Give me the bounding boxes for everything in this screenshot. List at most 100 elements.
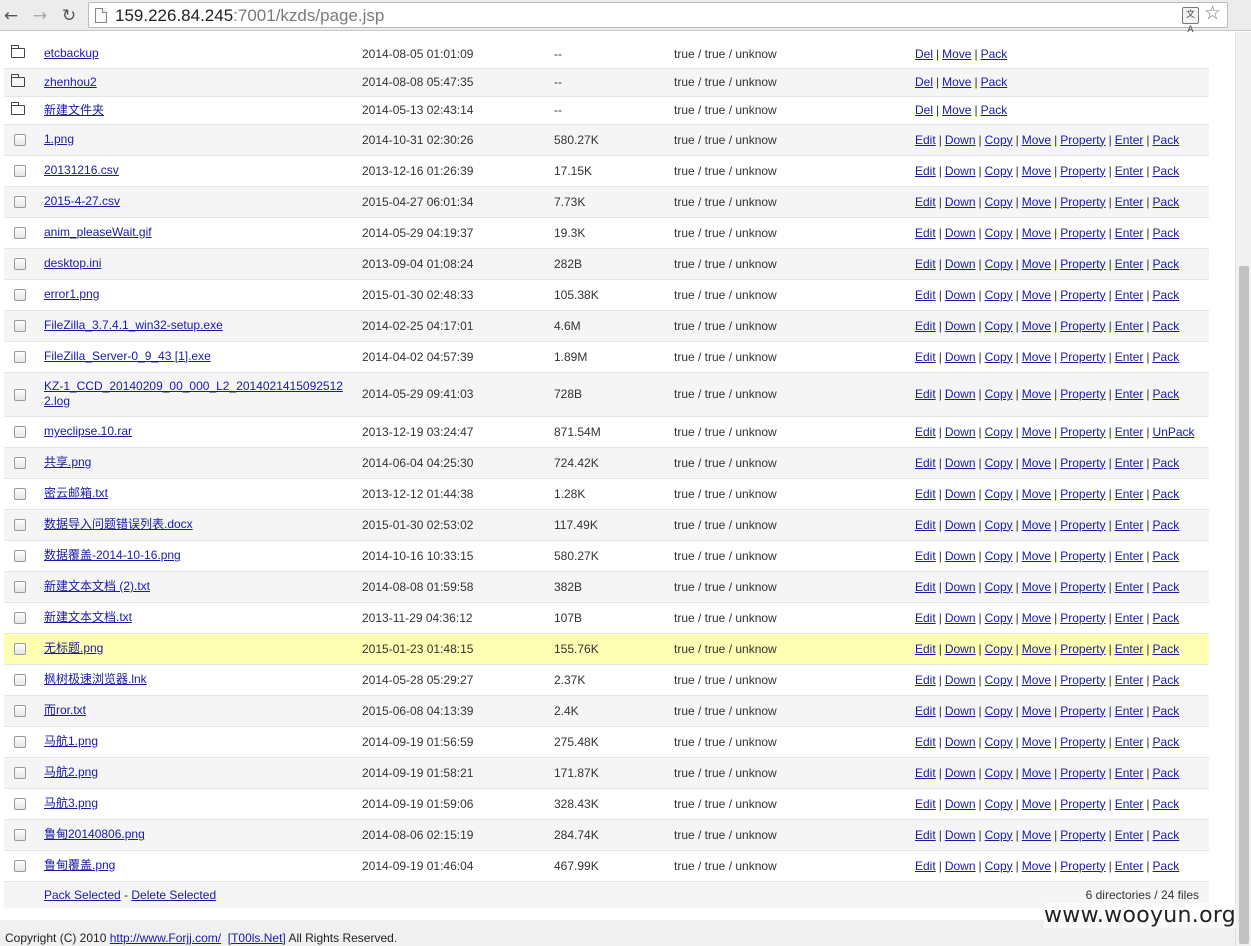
action-down-link[interactable]: Down xyxy=(945,164,976,178)
action-property-link[interactable]: Property xyxy=(1060,673,1105,687)
action-pack-link[interactable]: Pack xyxy=(1153,226,1180,240)
action-del-link[interactable]: Del xyxy=(915,75,933,89)
action-move-link[interactable]: Move xyxy=(1022,766,1051,780)
action-copy-link[interactable]: Copy xyxy=(985,133,1013,147)
action-move-link[interactable]: Move xyxy=(1022,195,1051,209)
file-checkbox[interactable] xyxy=(14,289,26,302)
file-checkbox[interactable] xyxy=(14,736,26,749)
action-move-link[interactable]: Move xyxy=(1022,549,1051,563)
action-move-link[interactable]: Move xyxy=(1022,257,1051,271)
action-move-link[interactable]: Move xyxy=(1022,387,1051,401)
action-edit-link[interactable]: Edit xyxy=(915,257,936,271)
action-pack-link[interactable]: Pack xyxy=(1153,673,1180,687)
file-checkbox[interactable] xyxy=(14,798,26,811)
file-name-link[interactable]: 20131216.csv xyxy=(44,163,119,178)
action-property-link[interactable]: Property xyxy=(1060,319,1105,333)
file-name-link[interactable]: 1.png xyxy=(44,132,74,147)
file-name-link[interactable]: 鲁甸20140806.png xyxy=(44,827,145,842)
action-down-link[interactable]: Down xyxy=(945,226,976,240)
action-copy-link[interactable]: Copy xyxy=(985,735,1013,749)
file-checkbox[interactable] xyxy=(14,134,26,147)
action-pack-link[interactable]: Pack xyxy=(1153,859,1180,873)
action-down-link[interactable]: Down xyxy=(945,797,976,811)
file-name-link[interactable]: 数据覆盖-2014-10-16.png xyxy=(44,548,181,563)
action-down-link[interactable]: Down xyxy=(945,580,976,594)
file-name-link[interactable]: 无标题.png xyxy=(44,641,103,656)
action-move-link[interactable]: Move xyxy=(1022,487,1051,501)
action-move-link[interactable]: Move xyxy=(1022,319,1051,333)
action-pack-link[interactable]: Pack xyxy=(1153,456,1180,470)
action-move-link[interactable]: Move xyxy=(1022,642,1051,656)
file-checkbox[interactable] xyxy=(14,612,26,625)
action-pack-link[interactable]: Pack xyxy=(1153,735,1180,749)
action-down-link[interactable]: Down xyxy=(945,549,976,563)
action-property-link[interactable]: Property xyxy=(1060,580,1105,594)
action-property-link[interactable]: Property xyxy=(1060,735,1105,749)
action-property-link[interactable]: Property xyxy=(1060,487,1105,501)
action-move-link[interactable]: Move xyxy=(1022,580,1051,594)
action-copy-link[interactable]: Copy xyxy=(985,611,1013,625)
file-checkbox[interactable] xyxy=(14,351,26,364)
action-copy-link[interactable]: Copy xyxy=(985,797,1013,811)
action-move-link[interactable]: Move xyxy=(1022,350,1051,364)
action-down-link[interactable]: Down xyxy=(945,387,976,401)
action-edit-link[interactable]: Edit xyxy=(915,828,936,842)
action-property-link[interactable]: Property xyxy=(1060,642,1105,656)
action-down-link[interactable]: Down xyxy=(945,195,976,209)
action-copy-link[interactable]: Copy xyxy=(985,673,1013,687)
action-copy-link[interactable]: Copy xyxy=(985,257,1013,271)
action-down-link[interactable]: Down xyxy=(945,425,976,439)
action-copy-link[interactable]: Copy xyxy=(985,766,1013,780)
action-enter-link[interactable]: Enter xyxy=(1115,549,1144,563)
action-edit-link[interactable]: Edit xyxy=(915,387,936,401)
action-edit-link[interactable]: Edit xyxy=(915,288,936,302)
scrollbar-thumb[interactable] xyxy=(1239,266,1249,944)
action-property-link[interactable]: Property xyxy=(1060,195,1105,209)
action-copy-link[interactable]: Copy xyxy=(985,828,1013,842)
action-enter-link[interactable]: Enter xyxy=(1115,859,1144,873)
file-name-link[interactable]: 2015-4-27.csv xyxy=(44,194,120,209)
file-name-link[interactable]: 鲁甸覆盖.png xyxy=(44,858,115,873)
action-edit-link[interactable]: Edit xyxy=(915,350,936,364)
file-name-link[interactable]: myeclipse.10.rar xyxy=(44,424,132,439)
file-name-link[interactable]: 马航1.png xyxy=(44,734,98,749)
action-move-link[interactable]: Move xyxy=(1022,704,1051,718)
action-copy-link[interactable]: Copy xyxy=(985,549,1013,563)
action-pack-link[interactable]: Pack xyxy=(1153,387,1180,401)
action-edit-link[interactable]: Edit xyxy=(915,319,936,333)
action-property-link[interactable]: Property xyxy=(1060,226,1105,240)
file-checkbox[interactable] xyxy=(14,705,26,718)
action-edit-link[interactable]: Edit xyxy=(915,133,936,147)
action-copy-link[interactable]: Copy xyxy=(985,580,1013,594)
action-property-link[interactable]: Property xyxy=(1060,350,1105,364)
vertical-scrollbar[interactable] xyxy=(1235,32,1251,946)
action-enter-link[interactable]: Enter xyxy=(1115,195,1144,209)
action-copy-link[interactable]: Copy xyxy=(985,226,1013,240)
action-move-link[interactable]: Move xyxy=(1022,164,1051,178)
action-enter-link[interactable]: Enter xyxy=(1115,456,1144,470)
action-enter-link[interactable]: Enter xyxy=(1115,319,1144,333)
action-down-link[interactable]: Down xyxy=(945,487,976,501)
action-edit-link[interactable]: Edit xyxy=(915,164,936,178)
action-property-link[interactable]: Property xyxy=(1060,164,1105,178)
action-move-link[interactable]: Move xyxy=(942,47,971,61)
action-down-link[interactable]: Down xyxy=(945,518,976,532)
action-move-link[interactable]: Move xyxy=(942,103,971,117)
action-enter-link[interactable]: Enter xyxy=(1115,828,1144,842)
file-checkbox[interactable] xyxy=(14,519,26,532)
file-checkbox[interactable] xyxy=(14,227,26,240)
action-enter-link[interactable]: Enter xyxy=(1115,518,1144,532)
action-down-link[interactable]: Down xyxy=(945,828,976,842)
file-checkbox[interactable] xyxy=(14,829,26,842)
action-down-link[interactable]: Down xyxy=(945,133,976,147)
action-move-link[interactable]: Move xyxy=(1022,425,1051,439)
action-move-link[interactable]: Move xyxy=(1022,456,1051,470)
action-edit-link[interactable]: Edit xyxy=(915,226,936,240)
file-name-link[interactable]: error1.png xyxy=(44,287,99,302)
file-checkbox[interactable] xyxy=(14,643,26,656)
action-enter-link[interactable]: Enter xyxy=(1115,164,1144,178)
forjj-link[interactable]: http://www.Forjj.com/ xyxy=(110,931,221,945)
action-down-link[interactable]: Down xyxy=(945,673,976,687)
file-checkbox[interactable] xyxy=(14,165,26,178)
action-property-link[interactable]: Property xyxy=(1060,797,1105,811)
